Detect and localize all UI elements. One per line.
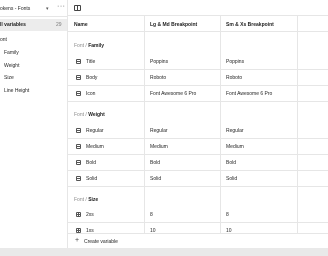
variable-value-lg-md[interactable]: Roboto	[150, 75, 166, 81]
string-variable-icon	[76, 128, 81, 133]
table-row[interactable]: Body Roboto Roboto	[68, 70, 328, 86]
string-variable-icon	[76, 160, 81, 165]
variable-name: Title	[86, 59, 96, 65]
sidebar-item-family[interactable]: Family	[4, 50, 19, 56]
variable-name: Solid	[86, 176, 98, 182]
section-title: Weight	[88, 112, 105, 118]
section-title: Family	[88, 43, 105, 49]
variable-value-sm-xs[interactable]: Poppins	[226, 59, 244, 65]
section-header-weight: Font / Weight	[74, 112, 105, 118]
variable-name: Bold	[86, 160, 97, 166]
string-variable-icon	[76, 59, 81, 64]
variable-name: 2xs	[86, 212, 94, 218]
variable-name: Icon	[86, 91, 96, 97]
table-row[interactable]: Bold Bold Bold	[68, 155, 328, 171]
collection-name: okens - Fonts	[0, 6, 31, 12]
all-variables-label: ll variables	[0, 22, 26, 28]
string-variable-icon	[76, 144, 81, 149]
section-prefix: Font /	[74, 197, 87, 203]
variable-value-lg-md[interactable]: Font Awesome 6 Pro	[150, 91, 196, 97]
variable-value-lg-md[interactable]: Regular	[150, 128, 168, 134]
sidebar-item-size[interactable]: Size	[4, 75, 14, 81]
table-row[interactable]: Regular Regular Regular	[68, 123, 328, 139]
table-row[interactable]: Solid Solid Solid	[68, 171, 328, 187]
create-variable-button[interactable]: + Create variable	[68, 233, 328, 248]
variable-value-lg-md[interactable]: Medium	[150, 144, 168, 150]
table-header: Name Lg & Md Breakpoint Sm & Xs Breakpoi…	[68, 16, 328, 32]
variable-value-lg-md[interactable]: 8	[150, 212, 153, 218]
string-variable-icon	[76, 176, 81, 181]
chevron-down-icon: ▾	[46, 6, 49, 12]
table-row[interactable]: Title Poppins Poppins	[68, 54, 328, 70]
column-header-name[interactable]: Name	[74, 22, 88, 28]
variable-name: Body	[86, 75, 98, 81]
string-variable-icon	[76, 91, 81, 96]
variable-value-sm-xs[interactable]: Solid	[226, 176, 237, 182]
sidebar-group-font[interactable]: ont	[0, 37, 7, 43]
variables-panel: okens - Fonts ▾ ··· ll variables 29 ont …	[0, 0, 328, 248]
all-variables-count: 29	[56, 22, 62, 28]
section-title: Size	[88, 197, 99, 203]
table-row[interactable]: 2xs 8 8	[68, 207, 328, 223]
number-variable-icon	[76, 212, 81, 217]
variable-value-lg-md[interactable]: Bold	[150, 160, 160, 166]
sidebar-item-line-height[interactable]: Line Height	[4, 88, 29, 94]
table-row[interactable]: Medium Medium Medium	[68, 139, 328, 155]
sidebar-item-all-variables[interactable]: ll variables 29	[0, 19, 67, 31]
string-variable-icon	[76, 75, 81, 80]
collection-select[interactable]: okens - Fonts ▾	[0, 2, 52, 16]
variable-name: Regular	[86, 128, 104, 134]
panel-toggle-icon[interactable]	[74, 5, 81, 11]
column-header-lg-md[interactable]: Lg & Md Breakpoint	[150, 22, 197, 28]
variable-value-sm-xs[interactable]: Roboto	[226, 75, 242, 81]
variable-value-sm-xs[interactable]: 8	[226, 212, 229, 218]
variable-value-sm-xs[interactable]: Bold	[226, 160, 236, 166]
table-row[interactable]: Icon Font Awesome 6 Pro Font Awesome 6 P…	[68, 86, 328, 102]
section-header-family: Font / Family	[74, 43, 104, 49]
collections-sidebar: okens - Fonts ▾ ··· ll variables 29 ont …	[0, 0, 68, 248]
plus-icon: +	[75, 237, 80, 244]
divider	[0, 16, 68, 17]
variable-value-sm-xs[interactable]: Regular	[226, 128, 244, 134]
variable-value-sm-xs[interactable]: Medium	[226, 144, 244, 150]
toolbar	[68, 0, 328, 16]
create-variable-label: Create variable	[84, 239, 118, 245]
more-icon[interactable]: ···	[57, 3, 66, 11]
variable-value-sm-xs[interactable]: Font Awesome 6 Pro	[226, 91, 272, 97]
section-prefix: Font /	[74, 43, 87, 49]
variable-name: Medium	[86, 144, 104, 150]
variable-value-lg-md[interactable]: Solid	[150, 176, 161, 182]
sidebar-item-weight[interactable]: Weight	[4, 63, 19, 69]
section-header-size: Font / Size	[74, 197, 98, 203]
column-header-sm-xs[interactable]: Sm & Xs Breakpoint	[226, 22, 274, 28]
section-prefix: Font /	[74, 112, 87, 118]
variable-value-lg-md[interactable]: Poppins	[150, 59, 168, 65]
